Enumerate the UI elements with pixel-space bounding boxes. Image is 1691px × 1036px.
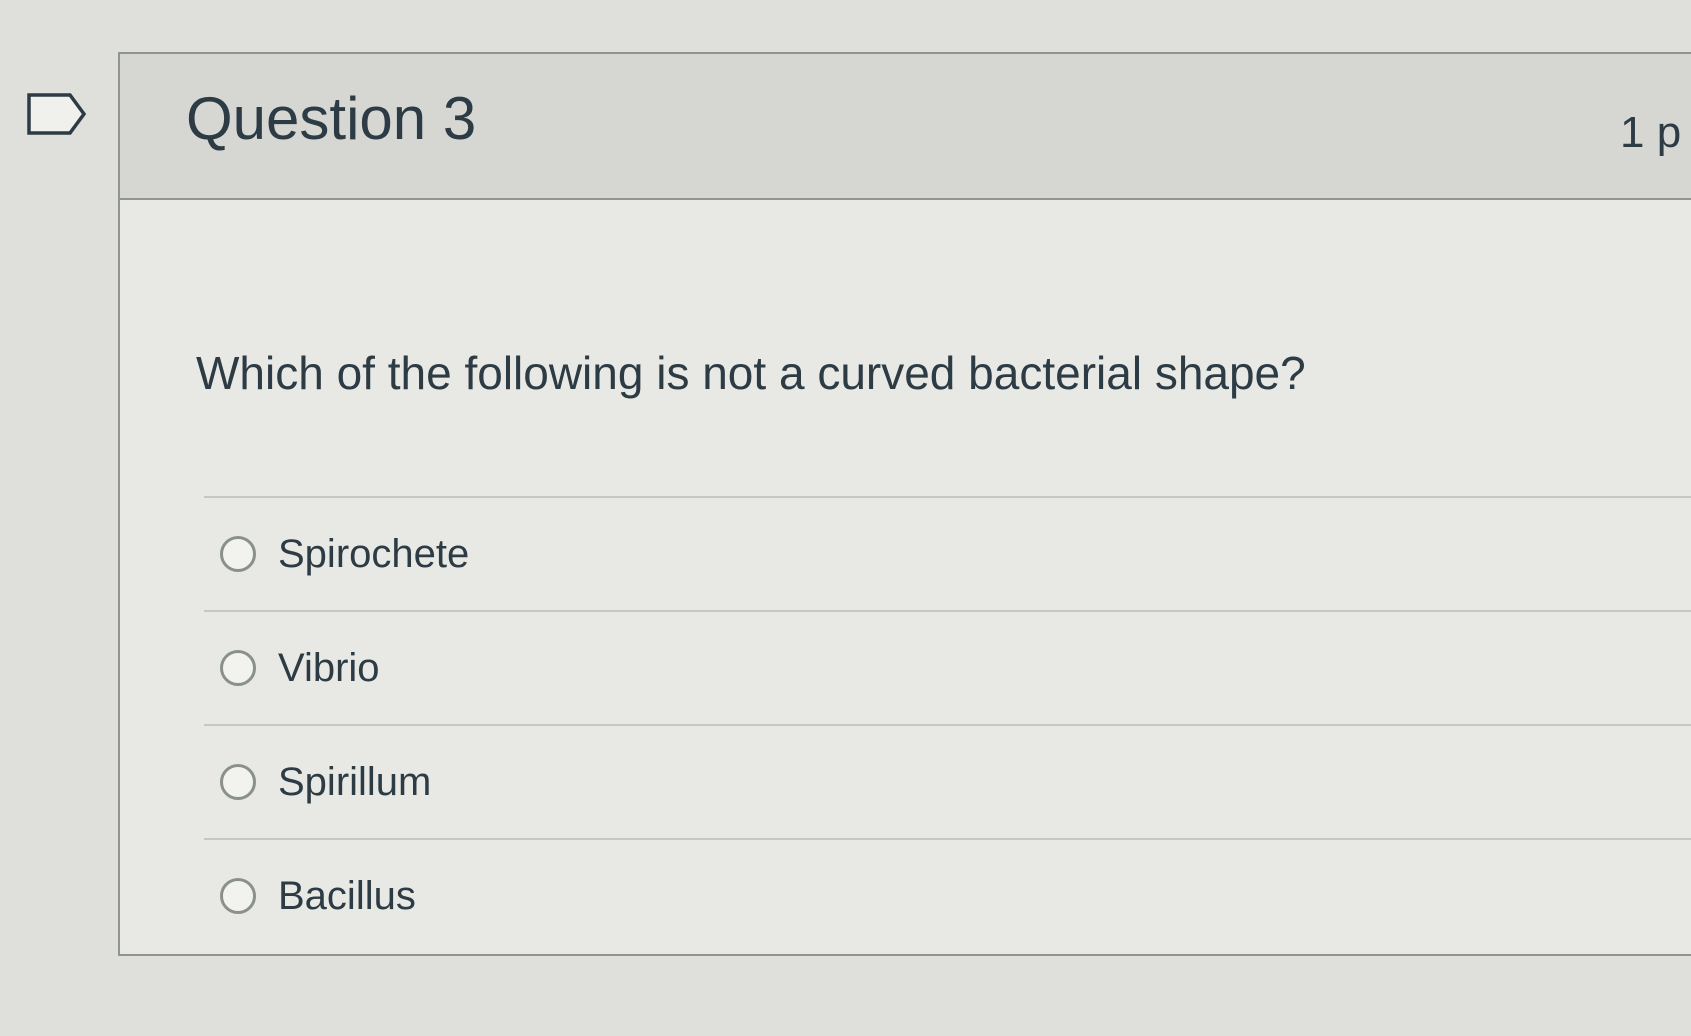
radio-button-icon[interactable]	[220, 536, 256, 572]
answer-label[interactable]: Vibrio	[278, 646, 380, 691]
answer-option[interactable]: Vibrio	[204, 610, 1691, 724]
answer-label[interactable]: Spirillum	[278, 760, 431, 805]
answer-label[interactable]: Bacillus	[278, 874, 416, 919]
answer-option[interactable]: Bacillus	[204, 838, 1691, 952]
question-text: Which of the following is not a curved b…	[196, 347, 1306, 399]
radio-button-icon[interactable]	[220, 764, 256, 800]
flag-question-icon[interactable]	[26, 92, 88, 136]
question-points: 1 p	[1620, 108, 1682, 157]
question-header: Question 3 1 p	[120, 54, 1691, 200]
answer-option[interactable]: Spirochete	[204, 496, 1691, 610]
question-card: Question 3 1 p Which of the following is…	[118, 52, 1691, 956]
answer-option[interactable]: Spirillum	[204, 724, 1691, 838]
answer-label[interactable]: Spirochete	[278, 532, 469, 577]
radio-button-icon[interactable]	[220, 650, 256, 686]
radio-button-icon[interactable]	[220, 878, 256, 914]
question-title: Question 3	[186, 85, 477, 152]
answer-list: Spirochete Vibrio Spirillum Bacillus	[204, 496, 1691, 952]
